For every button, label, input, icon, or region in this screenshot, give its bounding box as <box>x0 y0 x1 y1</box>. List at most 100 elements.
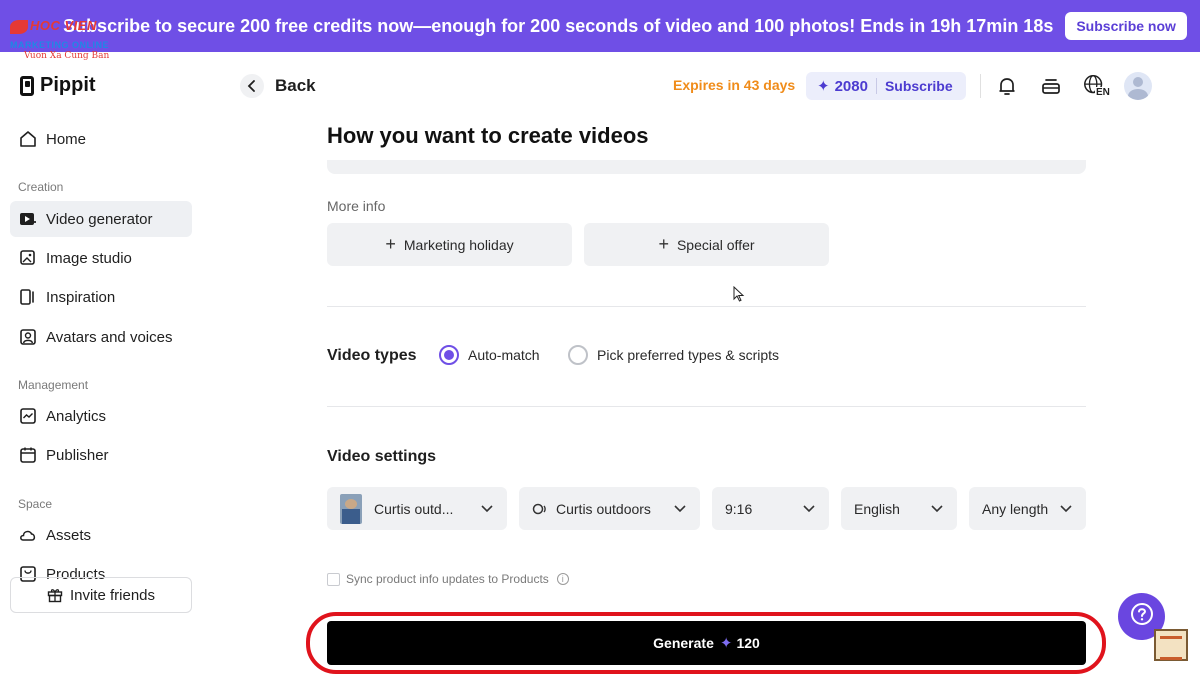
back-label: Back <box>275 76 316 95</box>
aspect-ratio-select[interactable]: 9:16 <box>712 487 829 530</box>
avatar-thumbnail <box>340 493 362 524</box>
assets-icon <box>19 526 37 544</box>
brand-logo[interactable]: Pippit <box>20 74 96 97</box>
bell-icon[interactable] <box>994 73 1020 99</box>
chevron-down-icon <box>480 501 494 518</box>
sparkle-icon: ✦ <box>817 78 830 95</box>
chevron-down-icon <box>930 501 944 518</box>
radio-unselected-icon <box>568 345 588 365</box>
invite-friends-button[interactable]: Invite friends <box>10 577 192 613</box>
user-avatar[interactable] <box>1124 72 1152 100</box>
aspect-ratio-value: 9:16 <box>725 500 753 517</box>
chip-label: Marketing holiday <box>403 236 514 253</box>
sidebar-item-label: Home <box>46 130 87 148</box>
sidebar-item-inspiration[interactable]: Inspiration <box>10 279 192 315</box>
generate-label: Generate <box>653 635 714 651</box>
credits-count: 2080 <box>834 77 868 95</box>
plus-icon: + <box>385 234 396 254</box>
image-studio-icon <box>19 249 37 267</box>
watermark-swoosh <box>10 20 28 34</box>
avatar-body <box>1128 89 1148 100</box>
globe-icon[interactable]: EN <box>1082 73 1111 99</box>
video-thumbnail-icon[interactable] <box>1154 629 1188 661</box>
sidebar-item-home[interactable]: Home <box>10 121 192 157</box>
sidebar-item-label: Avatars and voices <box>46 328 173 346</box>
gift-icon <box>47 587 63 603</box>
generate-cost: 120 <box>736 635 760 651</box>
chevron-down-icon <box>673 501 687 518</box>
subscribe-link[interactable]: Subscribe <box>885 78 953 94</box>
home-icon <box>19 130 37 148</box>
generate-button[interactable]: Generate ✦ 120 <box>327 621 1086 665</box>
sidebar-item-label: Assets <box>46 526 92 544</box>
voice-select[interactable]: Curtis outdoors <box>519 487 700 530</box>
chip-label: Special offer <box>676 236 755 253</box>
sparkle-icon: ✦ <box>719 635 733 652</box>
radio-auto-match[interactable]: Auto-match <box>439 345 540 365</box>
sync-label: Sync product info updates to Products <box>346 572 549 586</box>
credits-divider <box>875 78 877 94</box>
sidebar-item-publisher[interactable]: Publisher <box>10 437 192 473</box>
sidebar-item-label: Video generator <box>46 210 153 228</box>
brand-name: Pippit <box>40 74 96 96</box>
avatar-icon <box>19 328 37 346</box>
layers-icon[interactable] <box>1038 73 1064 99</box>
publisher-icon <box>19 446 37 464</box>
language-code: EN <box>1095 87 1111 98</box>
expires-notice: Expires in 43 days <box>673 77 796 93</box>
promo-banner: Subscribe to secure 200 free credits now… <box>0 0 1200 52</box>
pippit-logo-icon <box>20 75 34 96</box>
video-generator-icon <box>19 210 37 228</box>
chevron-down-icon <box>802 501 816 518</box>
page-title: How you want to create videos <box>327 123 649 148</box>
chevron-left-icon <box>240 74 264 98</box>
sidebar-item-label: Inspiration <box>46 288 116 306</box>
video-types-label: Video types <box>327 347 417 364</box>
avatar-head <box>1133 77 1143 87</box>
analytics-icon <box>19 407 37 425</box>
credits-pill[interactable]: ✦ 2080 Subscribe <box>806 72 966 100</box>
mouse-cursor-icon <box>733 285 745 307</box>
promo-text: Subscribe to secure 200 free credits now… <box>63 15 1054 36</box>
inspiration-icon <box>19 288 37 306</box>
header-divider <box>980 74 981 98</box>
sidebar-item-label: Analytics <box>46 407 107 425</box>
avatar-select[interactable]: Curtis outd... <box>327 487 507 530</box>
sidebar-item-assets[interactable]: Assets <box>10 517 192 553</box>
plus-icon: + <box>658 234 669 254</box>
chip-marketing-holiday[interactable]: + Marketing holiday <box>327 223 572 266</box>
length-select[interactable]: Any length <box>969 487 1086 530</box>
info-icon[interactable]: i <box>556 573 569 585</box>
subscribe-now-button[interactable]: Subscribe now <box>1065 12 1187 40</box>
section-management: Management <box>18 378 89 392</box>
divider <box>327 306 1086 307</box>
language-value: English <box>854 500 900 517</box>
radio-label: Pick preferred types & scripts <box>597 347 780 363</box>
sync-checkbox[interactable] <box>327 572 340 586</box>
radio-selected-icon <box>439 345 459 365</box>
chevron-down-icon <box>1059 501 1073 518</box>
sidebar-item-label: Image studio <box>46 249 132 267</box>
scrolled-content-edge <box>327 160 1086 174</box>
sidebar-item-analytics[interactable]: Analytics <box>10 398 192 434</box>
section-creation: Creation <box>18 180 64 194</box>
sidebar-item-avatars-and-voices[interactable]: Avatars and voices <box>10 319 192 355</box>
back-button[interactable]: Back <box>240 74 316 98</box>
divider <box>327 406 1086 407</box>
sidebar-item-video-generator[interactable]: Video generator <box>10 201 192 237</box>
chip-special-offer[interactable]: + Special offer <box>584 223 829 266</box>
language-select[interactable]: English <box>841 487 957 530</box>
voice-select-value: Curtis outdoors <box>556 500 651 517</box>
radio-label: Auto-match <box>468 347 540 363</box>
more-info-label: More info <box>327 198 386 214</box>
radio-pick-preferred[interactable]: Pick preferred types & scripts <box>568 345 779 365</box>
video-settings-label: Video settings <box>327 448 437 465</box>
watermark-middle: MARKETING ONLINE <box>10 40 109 50</box>
voice-icon <box>532 501 548 517</box>
sidebar-item-label: Publisher <box>46 446 109 464</box>
avatar-select-value: Curtis outd... <box>374 500 454 517</box>
section-space: Space <box>18 497 53 511</box>
sidebar-item-image-studio[interactable]: Image studio <box>10 240 192 276</box>
help-icon <box>1130 602 1154 631</box>
sync-product-info[interactable]: Sync product info updates to Products i <box>327 572 569 586</box>
